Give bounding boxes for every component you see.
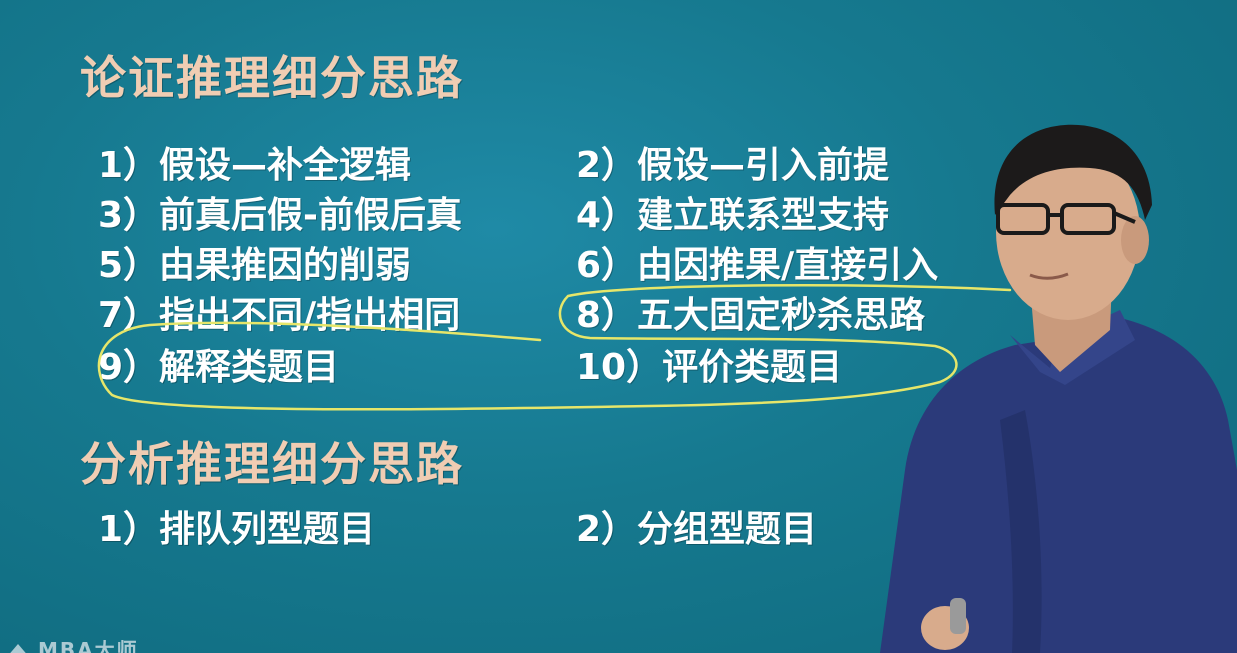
mba-logo-icon (10, 644, 26, 653)
watermark: MBA大师 (4, 640, 139, 653)
watermark-text: MBA大师 (38, 640, 139, 653)
presenter-clicker (950, 598, 966, 634)
presenter-figure (880, 124, 1237, 653)
presenter-ear (1121, 216, 1149, 264)
blackboard: 论证推理细分思路 1）假设—补全逻辑 2）假设—引入前提 3）前真后假-前假后真… (0, 0, 1237, 653)
